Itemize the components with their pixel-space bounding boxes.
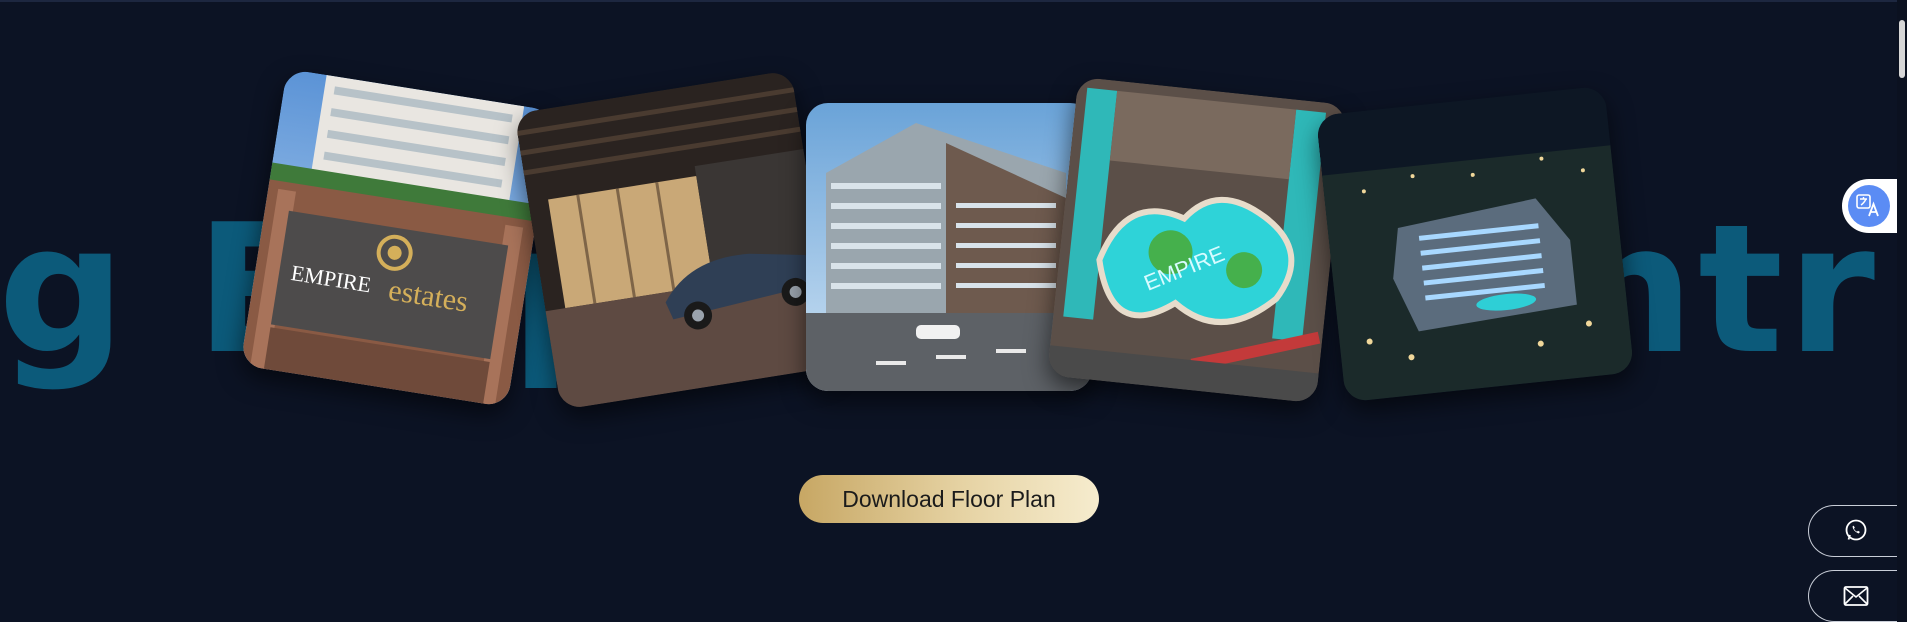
- translate-icon[interactable]: [1848, 185, 1890, 227]
- whatsapp-contact-button[interactable]: [1808, 505, 1904, 557]
- empire-estates-sign-photo: EMPIRE estates: [240, 68, 554, 408]
- top-border: [0, 0, 1907, 2]
- pool-aerial-photo: EMPIRE: [1047, 76, 1347, 404]
- night-aerial-photo: [1315, 85, 1635, 403]
- mail-icon: [1843, 586, 1869, 606]
- scrollbar[interactable]: [1897, 0, 1907, 622]
- email-contact-button[interactable]: [1808, 570, 1904, 622]
- translate-widget[interactable]: [1842, 179, 1902, 233]
- whatsapp-icon: [1845, 519, 1867, 541]
- luxury-car-entrance-photo: [514, 69, 838, 411]
- scrollbar-thumb[interactable]: [1899, 20, 1905, 78]
- download-floor-plan-button[interactable]: Download Floor Plan: [799, 475, 1099, 523]
